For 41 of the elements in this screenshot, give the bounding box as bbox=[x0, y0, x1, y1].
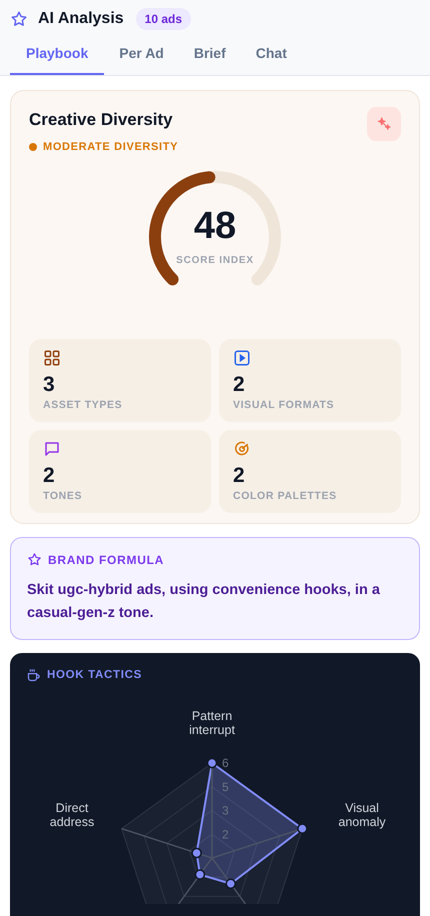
page-title: AI Analysis bbox=[38, 9, 124, 29]
tab[interactable]: Per Ad bbox=[104, 38, 179, 75]
tick-label: 3 bbox=[222, 803, 229, 818]
tick-label: 5 bbox=[222, 780, 229, 794]
play-icon bbox=[233, 349, 251, 367]
star-icon bbox=[10, 10, 28, 28]
sparkle-button[interactable] bbox=[367, 107, 401, 141]
star-icon bbox=[27, 552, 42, 567]
cup-icon bbox=[26, 668, 41, 683]
stat-label: ASSET TYPES bbox=[43, 398, 124, 413]
stat-label: VISUAL FORMATS bbox=[233, 398, 336, 413]
radar-point bbox=[297, 823, 308, 834]
grid-icon bbox=[43, 349, 61, 367]
status-label: MODERATE DIVERSITY bbox=[43, 140, 178, 154]
ads-count-badge: 10 ads bbox=[136, 8, 192, 30]
chat-icon bbox=[43, 440, 61, 458]
tick-label: 2 bbox=[222, 827, 229, 841]
stat-value: 2 bbox=[233, 464, 246, 486]
section-title: HOOK TACTICS bbox=[47, 668, 142, 682]
radar-point bbox=[206, 758, 218, 768]
axis-label: Visual anomaly bbox=[338, 800, 386, 829]
target-icon bbox=[233, 440, 251, 458]
stat-value: 2 bbox=[43, 464, 56, 486]
score-label: SCORE INDEX bbox=[176, 254, 254, 268]
sparkle-icon bbox=[375, 115, 393, 133]
tab[interactable]: Playbook bbox=[10, 38, 104, 75]
stat-label: COLOR PALETTES bbox=[233, 488, 338, 504]
section-title: BRAND FORMULA bbox=[48, 552, 164, 568]
tab[interactable]: Chat bbox=[240, 38, 302, 75]
radar-point bbox=[191, 848, 202, 858]
axis-label: Pattern interrupt bbox=[189, 708, 235, 737]
score-value: 48 bbox=[194, 206, 236, 244]
stat-value: 2 bbox=[233, 374, 246, 395]
tick-label: 6 bbox=[222, 756, 229, 770]
radar-point bbox=[225, 878, 236, 889]
stat-label: TONES bbox=[43, 488, 84, 504]
axis-label: Direct address bbox=[50, 800, 94, 829]
stat-value: 3 bbox=[43, 374, 56, 395]
brand-formula-text: Skit ugc-hybrid ads, using convenience hooks, in a casual-gen-z tone. bbox=[27, 580, 381, 622]
card-title: Creative Diversity bbox=[29, 109, 174, 131]
tab[interactable]: Brief bbox=[178, 38, 241, 75]
